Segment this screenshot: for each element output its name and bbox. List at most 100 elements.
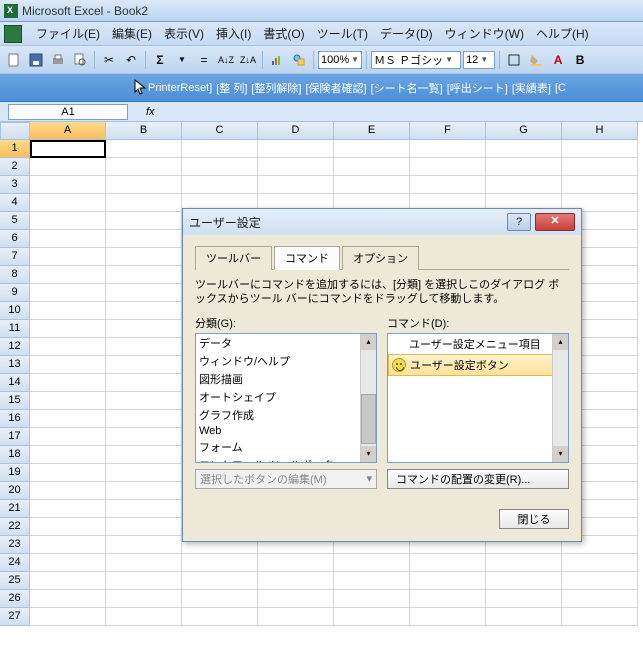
cell[interactable] <box>562 554 638 572</box>
cell[interactable] <box>562 572 638 590</box>
cell[interactable] <box>562 176 638 194</box>
cell[interactable] <box>30 320 106 338</box>
btn-printerreset[interactable]: PrinterReset] <box>148 82 212 94</box>
scroll-down-icon[interactable]: ▾ <box>553 446 568 462</box>
menu-help[interactable]: ヘルプ(H) <box>530 23 595 44</box>
cut-icon[interactable]: ✂ <box>99 50 119 70</box>
row-header-1[interactable]: 1 <box>0 140 30 158</box>
sort-desc-icon[interactable]: Z↓A <box>238 50 258 70</box>
cell[interactable] <box>334 608 410 626</box>
row-header-11[interactable]: 11 <box>0 320 30 338</box>
cell[interactable] <box>30 176 106 194</box>
cell[interactable] <box>334 590 410 608</box>
dialog-titlebar[interactable]: ユーザー設定 ? ✕ <box>183 209 581 235</box>
cell[interactable] <box>258 590 334 608</box>
cell[interactable] <box>562 590 638 608</box>
col-header-F[interactable]: F <box>410 122 486 140</box>
row-header-26[interactable]: 26 <box>0 590 30 608</box>
cell[interactable] <box>30 554 106 572</box>
row-header-9[interactable]: 9 <box>0 284 30 302</box>
cell[interactable] <box>106 464 182 482</box>
cell[interactable] <box>106 590 182 608</box>
menu-window[interactable]: ウィンドウ(W) <box>439 23 530 44</box>
chart-icon[interactable] <box>267 50 287 70</box>
system-menu-icon[interactable] <box>4 25 22 43</box>
font-combo[interactable]: ＭＳ Ｐゴシッ▼ <box>371 51 461 69</box>
cell[interactable] <box>410 140 486 158</box>
cell[interactable] <box>410 554 486 572</box>
cell[interactable] <box>486 608 562 626</box>
col-header-G[interactable]: G <box>486 122 562 140</box>
cell[interactable] <box>486 590 562 608</box>
row-header-6[interactable]: 6 <box>0 230 30 248</box>
categories-listbox[interactable]: データウィンドウ/ヘルプ図形描画オートシェイプグラフ作成Webフォームコントロー… <box>195 333 377 463</box>
btn-unalign[interactable]: [整列解除] <box>251 80 301 96</box>
cell[interactable] <box>30 266 106 284</box>
row-header-15[interactable]: 15 <box>0 392 30 410</box>
cell[interactable] <box>106 518 182 536</box>
cell[interactable] <box>30 140 106 158</box>
cell[interactable] <box>30 374 106 392</box>
cell[interactable] <box>106 428 182 446</box>
cell[interactable] <box>562 158 638 176</box>
cell[interactable] <box>486 176 562 194</box>
cell[interactable] <box>106 302 182 320</box>
cell[interactable] <box>410 608 486 626</box>
cell[interactable] <box>106 140 182 158</box>
btn-more[interactable]: [C <box>555 82 566 94</box>
cell[interactable] <box>258 176 334 194</box>
scrollbar[interactable]: ▴ ▾ <box>552 334 568 462</box>
cell[interactable] <box>106 410 182 428</box>
scrollbar[interactable]: ▴ ▾ <box>360 334 376 462</box>
close-button[interactable]: ✕ <box>535 213 575 231</box>
cell[interactable] <box>30 302 106 320</box>
col-header-E[interactable]: E <box>334 122 410 140</box>
cell[interactable] <box>334 554 410 572</box>
category-item[interactable]: オートシェイプ <box>196 388 376 406</box>
btn-insurer[interactable]: [保険者確認] <box>306 80 367 96</box>
cell[interactable] <box>30 536 106 554</box>
cell[interactable] <box>182 176 258 194</box>
row-header-19[interactable]: 19 <box>0 464 30 482</box>
row-header-2[interactable]: 2 <box>0 158 30 176</box>
cell[interactable] <box>106 194 182 212</box>
cell[interactable] <box>486 140 562 158</box>
cell[interactable] <box>410 590 486 608</box>
cell[interactable] <box>106 500 182 518</box>
cell[interactable] <box>106 248 182 266</box>
tab-toolbar[interactable]: ツールバー <box>195 246 272 270</box>
cell[interactable] <box>30 572 106 590</box>
category-item[interactable]: コントロール ツールボック <box>196 456 376 463</box>
row-header-13[interactable]: 13 <box>0 356 30 374</box>
cell[interactable] <box>334 176 410 194</box>
menu-file[interactable]: ファイル(E) <box>30 23 106 44</box>
cell[interactable] <box>106 176 182 194</box>
bold-icon[interactable]: B <box>570 50 590 70</box>
row-header-20[interactable]: 20 <box>0 482 30 500</box>
menu-view[interactable]: 表示(V) <box>158 23 210 44</box>
col-header-D[interactable]: D <box>258 122 334 140</box>
fontsize-combo[interactable]: 12▼ <box>463 51 495 69</box>
row-header-14[interactable]: 14 <box>0 374 30 392</box>
row-header-4[interactable]: 4 <box>0 194 30 212</box>
borders-icon[interactable] <box>504 50 524 70</box>
cell[interactable] <box>106 230 182 248</box>
cell[interactable] <box>30 410 106 428</box>
cell[interactable] <box>106 536 182 554</box>
cell[interactable] <box>106 446 182 464</box>
cell[interactable] <box>30 446 106 464</box>
btn-sheetlist[interactable]: [シート名一覧] <box>371 80 443 96</box>
cell[interactable] <box>410 572 486 590</box>
help-button[interactable]: ? <box>507 213 531 231</box>
cell[interactable] <box>410 158 486 176</box>
cell[interactable] <box>30 248 106 266</box>
cell[interactable] <box>30 230 106 248</box>
category-item[interactable]: ウィンドウ/ヘルプ <box>196 352 376 370</box>
cell[interactable] <box>486 158 562 176</box>
row-header-16[interactable]: 16 <box>0 410 30 428</box>
btn-align[interactable]: [整 列] <box>216 80 247 96</box>
row-header-5[interactable]: 5 <box>0 212 30 230</box>
cell[interactable] <box>30 158 106 176</box>
cell[interactable] <box>30 194 106 212</box>
cell[interactable] <box>562 608 638 626</box>
